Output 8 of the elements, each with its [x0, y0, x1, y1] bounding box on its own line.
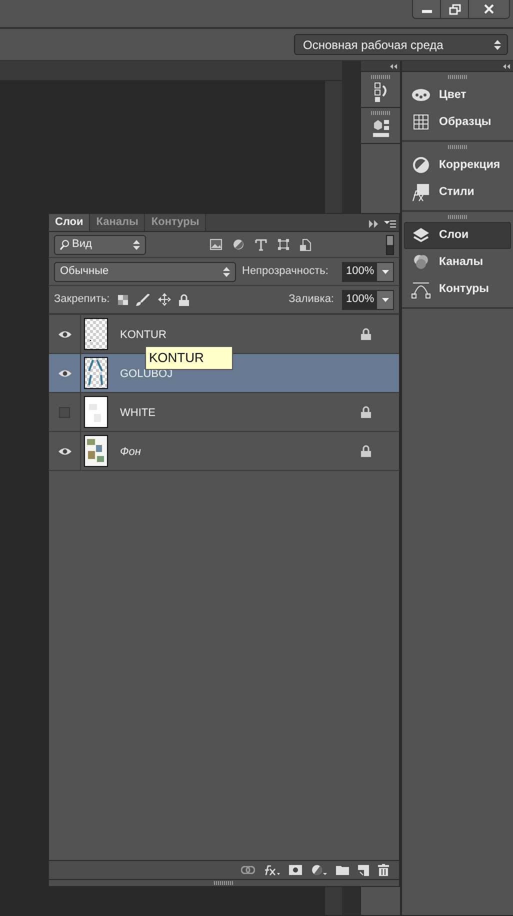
opacity-label: Непрозрачность:	[242, 264, 328, 280]
layer-name: GOLUBOJ	[120, 366, 173, 382]
layer-name: KONTUR	[120, 328, 166, 342]
layer-name: WHITE	[120, 406, 156, 420]
layer-name: Фон	[120, 444, 141, 460]
lock-label: Закрепить:	[54, 292, 110, 308]
fill-label: Заливка:	[288, 292, 334, 308]
tooltip: KONTUR	[145, 346, 233, 370]
